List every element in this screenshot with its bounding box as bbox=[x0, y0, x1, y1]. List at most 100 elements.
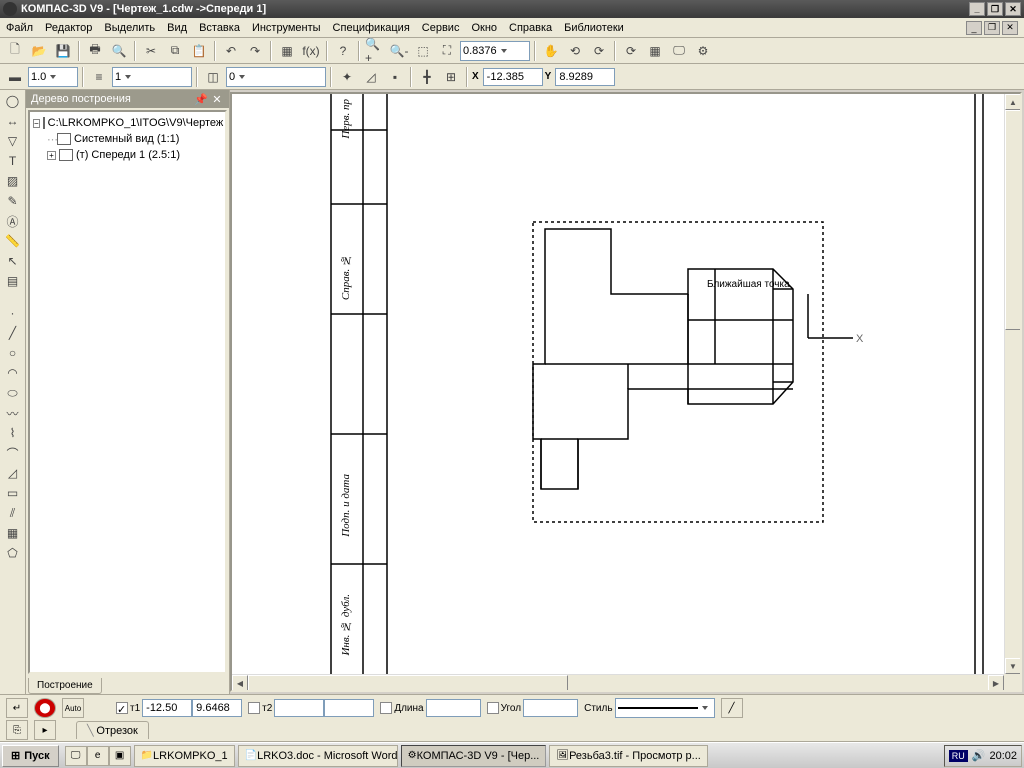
task-word[interactable]: 📄 LRKO3.doc - Microsoft Word bbox=[238, 745, 398, 767]
t2-checkbox[interactable] bbox=[248, 702, 260, 714]
contour-icon[interactable]: ⬠ bbox=[2, 544, 24, 562]
rect-icon[interactable]: ▭ bbox=[2, 484, 24, 502]
x-coord-input[interactable] bbox=[483, 68, 543, 86]
line-style-icon[interactable]: ▬ bbox=[4, 66, 26, 88]
symbols-icon[interactable]: ▽ bbox=[2, 132, 24, 150]
spec-icon[interactable]: ▤ bbox=[2, 272, 24, 290]
variables-icon[interactable]: f(x) bbox=[300, 40, 322, 62]
print-icon[interactable]: 🖶 bbox=[84, 40, 106, 62]
save-icon[interactable]: 💾 bbox=[52, 40, 74, 62]
y2-input[interactable] bbox=[324, 699, 374, 717]
ql-ie-icon[interactable]: e bbox=[87, 746, 109, 766]
menu-window[interactable]: Окно bbox=[471, 22, 497, 34]
y-coord-input[interactable] bbox=[555, 68, 615, 86]
hatch2-icon[interactable]: ▦ bbox=[2, 524, 24, 542]
tree[interactable]: − C:\LRKOMPKO_1\ITOG\V9\Чертеж ⋯ Системн… bbox=[28, 110, 227, 674]
zoom-combo[interactable]: 0.8376 bbox=[460, 41, 530, 61]
geometry-icon[interactable]: ◯ bbox=[2, 92, 24, 110]
task-kompas[interactable]: ⚙ КОМПАС-3D V9 - [Чер... bbox=[401, 745, 547, 767]
scroll-left-icon[interactable]: ◀ bbox=[232, 675, 248, 691]
ortho-icon[interactable]: ◿ bbox=[360, 66, 382, 88]
chamfer-icon[interactable]: ◿ bbox=[2, 464, 24, 482]
copy-props-icon[interactable]: ⎘ bbox=[6, 720, 28, 740]
angle-checkbox[interactable] bbox=[487, 702, 499, 714]
line-icon[interactable]: ╱ bbox=[2, 324, 24, 342]
horizontal-scrollbar[interactable]: ◀ ▶ bbox=[232, 674, 1004, 690]
lang-indicator[interactable]: RU bbox=[949, 750, 968, 762]
state-combo[interactable]: 0 bbox=[226, 67, 326, 87]
mdi-minimize-button[interactable]: _ bbox=[966, 21, 982, 35]
menu-libs[interactable]: Библиотеки bbox=[564, 22, 624, 34]
menu-service[interactable]: Сервис bbox=[422, 22, 460, 34]
refresh-icon[interactable]: ⟳ bbox=[620, 40, 642, 62]
canvas[interactable]: X Перв. пр Справ. № Подп. и дата Инв. № … bbox=[230, 92, 1022, 692]
menu-tools[interactable]: Инструменты bbox=[252, 22, 321, 34]
preview-icon[interactable]: 🔍 bbox=[108, 40, 130, 62]
measure-icon[interactable]: 📏 bbox=[2, 232, 24, 250]
redo-icon[interactable]: ↷ bbox=[244, 40, 266, 62]
vertical-scrollbar[interactable]: ▲ ▼ bbox=[1004, 94, 1020, 674]
polyline-icon[interactable]: ⌇ bbox=[2, 424, 24, 442]
paste-icon[interactable]: 📋 bbox=[188, 40, 210, 62]
states-icon[interactable]: ◫ bbox=[202, 66, 224, 88]
panel-close-icon[interactable]: ✕ bbox=[210, 92, 224, 106]
style-combo[interactable] bbox=[615, 698, 715, 718]
tree-root[interactable]: − C:\LRKOMPKO_1\ITOG\V9\Чертеж bbox=[33, 115, 222, 131]
mdi-close-button[interactable]: ✕ bbox=[1002, 21, 1018, 35]
scroll-thumb-h[interactable] bbox=[248, 675, 568, 691]
ellipse-icon[interactable]: ⬭ bbox=[2, 384, 24, 402]
menu-edit[interactable]: Редактор bbox=[45, 22, 92, 34]
snap-icon[interactable]: ✦ bbox=[336, 66, 358, 88]
menu-view[interactable]: Вид bbox=[167, 22, 187, 34]
menu-select[interactable]: Выделить bbox=[104, 22, 155, 34]
select-icon[interactable]: ↖ bbox=[2, 252, 24, 270]
lcs-icon[interactable]: ╋ bbox=[416, 66, 438, 88]
x2-input[interactable] bbox=[274, 699, 324, 717]
auto-icon[interactable]: Auto bbox=[62, 698, 84, 718]
params2-icon[interactable]: Ⓐ bbox=[2, 212, 24, 230]
undo-icon[interactable]: ↶ bbox=[220, 40, 242, 62]
tree-item-front-view[interactable]: + (т) Спереди 1 (2.5:1) bbox=[33, 147, 222, 163]
zoom-out-icon[interactable]: 🔍- bbox=[388, 40, 410, 62]
cut-icon[interactable]: ✂ bbox=[140, 40, 162, 62]
t1-checkbox[interactable]: ✓ bbox=[116, 702, 128, 714]
angle-input[interactable] bbox=[523, 699, 578, 717]
offset-icon[interactable]: ⫽ bbox=[2, 504, 24, 522]
scroll-thumb-v[interactable] bbox=[1005, 110, 1021, 330]
collapse-icon[interactable]: − bbox=[33, 119, 40, 128]
menu-spec[interactable]: Спецификация bbox=[333, 22, 410, 34]
scroll-up-icon[interactable]: ▲ bbox=[1005, 94, 1021, 110]
tab-segment[interactable]: ╲ Отрезок bbox=[76, 721, 149, 739]
settings-icon[interactable]: ⚙ bbox=[692, 40, 714, 62]
grid-toggle-icon[interactable]: ▪ bbox=[384, 66, 406, 88]
more-props-icon[interactable]: ▸ bbox=[34, 720, 56, 740]
pan-icon[interactable]: ✋ bbox=[540, 40, 562, 62]
zoom-fit-icon[interactable]: ⛶ bbox=[436, 40, 458, 62]
task-folder[interactable]: 📁 LRKOMPKO_1 bbox=[134, 745, 235, 767]
manager-icon[interactable]: ▦ bbox=[276, 40, 298, 62]
menu-help[interactable]: Справка bbox=[509, 22, 552, 34]
menu-insert[interactable]: Вставка bbox=[199, 22, 240, 34]
scroll-down-icon[interactable]: ▼ bbox=[1005, 658, 1021, 674]
prev-view-icon[interactable]: ⟲ bbox=[564, 40, 586, 62]
task-image[interactable]: 🖼 Резьба3.tif - Просмотр р... bbox=[549, 745, 707, 767]
restore-button[interactable]: ❐ bbox=[987, 2, 1003, 16]
expand-icon[interactable]: + bbox=[47, 151, 56, 160]
length-checkbox[interactable] bbox=[380, 702, 392, 714]
circle-icon[interactable]: ○ bbox=[2, 344, 24, 362]
hatch-icon[interactable]: ▨ bbox=[2, 172, 24, 190]
spline-icon[interactable]: 〰 bbox=[2, 404, 24, 422]
volume-icon[interactable]: 🔊 bbox=[972, 749, 986, 762]
text-icon[interactable]: T bbox=[2, 152, 24, 170]
copy-icon[interactable]: ⧉ bbox=[164, 40, 186, 62]
scroll-right-icon[interactable]: ▶ bbox=[988, 675, 1004, 691]
help-icon[interactable]: ? bbox=[332, 40, 354, 62]
layers-icon[interactable]: ≡ bbox=[88, 66, 110, 88]
dimensions-icon[interactable]: ↔ bbox=[2, 112, 24, 130]
display-icon[interactable]: 🖵 bbox=[668, 40, 690, 62]
new-icon[interactable]: 🗋 bbox=[4, 40, 26, 62]
grid-icon[interactable]: ▦ bbox=[644, 40, 666, 62]
menu-file[interactable]: Файл bbox=[6, 22, 33, 34]
tab-build[interactable]: Построение bbox=[28, 678, 102, 694]
edit-icon[interactable]: ✎ bbox=[2, 192, 24, 210]
